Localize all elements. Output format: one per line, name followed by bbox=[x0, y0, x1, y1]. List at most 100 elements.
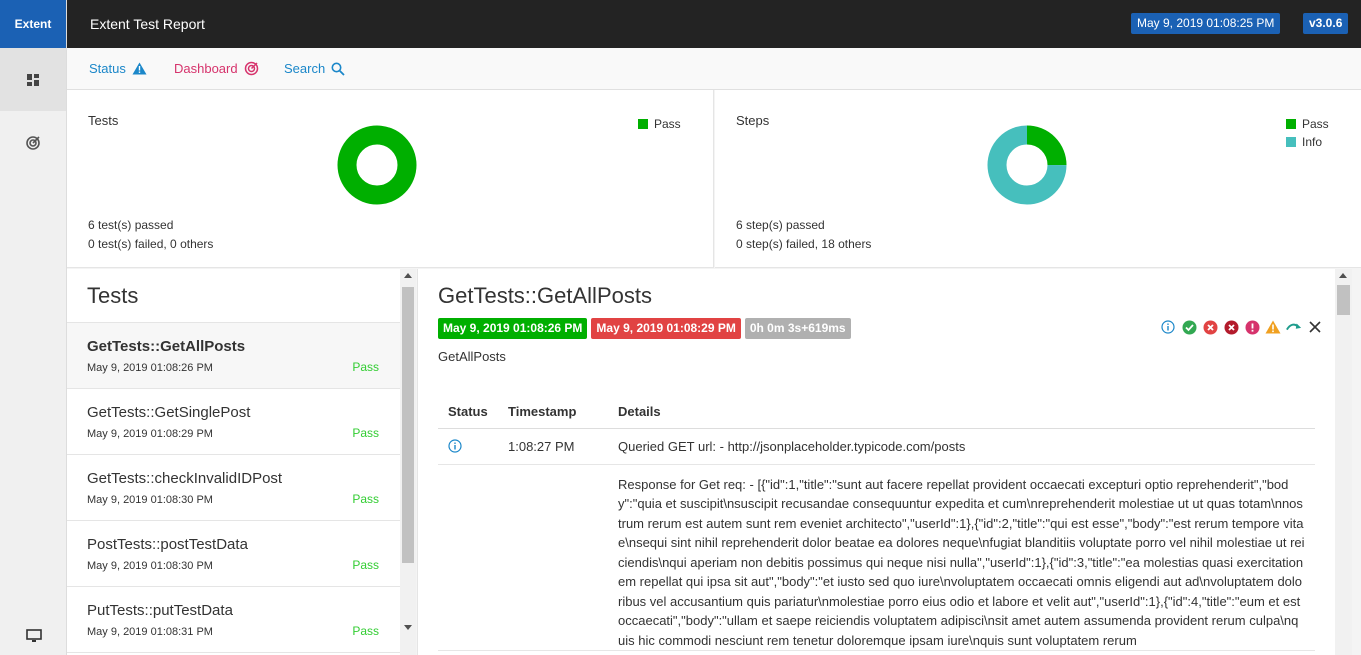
sidebar: Extent bbox=[0, 0, 67, 655]
steps-legend-info: Info bbox=[1286, 133, 1329, 151]
test-status: Pass bbox=[352, 492, 379, 506]
pass-filter-icon[interactable] bbox=[1181, 319, 1197, 335]
test-name: PutTests::putTestData bbox=[87, 602, 233, 619]
tests-failed-text: test(s) failed, bbox=[94, 237, 171, 251]
steps-legend-pass: Pass bbox=[1286, 115, 1329, 133]
info-filter-icon[interactable] bbox=[1160, 319, 1176, 335]
sidebar-dashboard-button[interactable] bbox=[0, 111, 66, 174]
search-icon bbox=[331, 62, 345, 76]
legend-swatch bbox=[1286, 137, 1296, 147]
fatal-filter-icon[interactable] bbox=[1223, 319, 1239, 335]
test-name: GetTests::GetAllPosts bbox=[87, 338, 246, 355]
nav-status[interactable]: Status bbox=[89, 61, 147, 76]
column-header-details: Details bbox=[608, 395, 1315, 429]
sidebar-environment-button[interactable] bbox=[0, 629, 67, 643]
tests-summary-card: Tests Pass 6 test(s) passed 0 test(s) fa… bbox=[67, 90, 714, 268]
monitor-icon bbox=[25, 629, 42, 642]
nav-status-label: Status bbox=[89, 61, 126, 76]
start-time-tag: May 9, 2019 01:08:26 PM bbox=[438, 318, 588, 339]
nav-dashboard-label: Dashboard bbox=[174, 61, 238, 76]
steps-failed-count: 0 bbox=[736, 237, 743, 251]
scroll-thumb[interactable] bbox=[1337, 285, 1350, 315]
nav-search[interactable]: Search bbox=[284, 61, 345, 76]
log-row: 1:08:27 PM Queried GET url: - http://jso… bbox=[438, 428, 1315, 465]
test-list-item[interactable]: GetTests::GetAllPosts May 9, 2019 01:08:… bbox=[67, 323, 400, 389]
steps-failed-text: step(s) failed, bbox=[742, 237, 822, 251]
tests-passed-text: test(s) passed bbox=[94, 218, 174, 232]
test-list: Tests GetTests::GetAllPosts May 9, 2019 … bbox=[67, 269, 400, 655]
legend-label: Info bbox=[1302, 135, 1323, 149]
test-name: GetTests::checkInvalidIDPost bbox=[87, 470, 283, 487]
tests-failed-stat: 0 test(s) failed, 0 others bbox=[88, 237, 213, 251]
warning-filter-icon[interactable] bbox=[1265, 319, 1281, 335]
steps-card-title: Steps bbox=[736, 113, 770, 128]
dashboard-radar-icon bbox=[244, 61, 258, 76]
steps-legend: Pass Info bbox=[1286, 115, 1329, 151]
test-list-item[interactable]: PutTests::putTestData May 9, 2019 01:08:… bbox=[67, 587, 400, 653]
dashboard-grid-icon bbox=[27, 73, 39, 86]
scroll-down-arrow[interactable] bbox=[404, 625, 412, 630]
tests-others-count: 0 bbox=[170, 237, 177, 251]
test-list-item[interactable]: PostTests::postTestData May 9, 2019 01:0… bbox=[67, 521, 400, 587]
test-list-item[interactable]: GetTests::checkInvalidIDPost May 9, 2019… bbox=[67, 455, 400, 521]
top-bar: Extent Test Report May 9, 2019 01:08:25 … bbox=[67, 0, 1361, 48]
test-list-heading: Tests bbox=[67, 269, 400, 323]
end-time-tag: May 9, 2019 01:08:29 PM bbox=[591, 318, 741, 339]
nav-search-label: Search bbox=[284, 61, 326, 76]
column-header-timestamp: Timestamp bbox=[498, 395, 608, 429]
test-description: GetAllPosts bbox=[438, 349, 506, 364]
test-status: Pass bbox=[352, 558, 379, 572]
scroll-up-arrow[interactable] bbox=[1339, 273, 1347, 278]
test-list-item[interactable]: GetTests::GetSinglePost May 9, 2019 01:0… bbox=[67, 389, 400, 455]
duration-tag: 0h 0m 3s+619ms bbox=[744, 318, 851, 339]
test-time: May 9, 2019 01:08:29 PM bbox=[87, 428, 213, 440]
legend-label: Pass bbox=[1302, 117, 1329, 131]
test-time: May 9, 2019 01:08:30 PM bbox=[87, 560, 213, 572]
fail-filter-icon[interactable] bbox=[1202, 319, 1218, 335]
test-name: GetTests::GetSinglePost bbox=[87, 404, 251, 421]
steps-passed-stat: 6 step(s) passed bbox=[736, 218, 825, 232]
steps-summary-card: Steps Pass Info 6 step(s) passed 0 step(… bbox=[715, 90, 1361, 268]
tests-card-title: Tests bbox=[88, 113, 119, 128]
test-time: May 9, 2019 01:08:30 PM bbox=[87, 494, 213, 506]
legend-swatch bbox=[638, 119, 648, 129]
log-details: Response for Get req: - [{"id":1,"title"… bbox=[608, 464, 1315, 651]
test-status: Pass bbox=[352, 624, 379, 638]
skip-filter-icon[interactable] bbox=[1286, 319, 1302, 335]
steps-others-count: 18 bbox=[821, 237, 835, 251]
clear-filter-icon[interactable] bbox=[1307, 319, 1323, 335]
log-timestamp: 1:08:27 PM bbox=[498, 428, 608, 465]
report-title: Extent Test Report bbox=[90, 16, 205, 32]
test-time: May 9, 2019 01:08:26 PM bbox=[87, 362, 213, 374]
log-status-cell bbox=[438, 464, 498, 651]
test-list-scrollbar[interactable] bbox=[400, 269, 416, 655]
log-status-cell bbox=[438, 428, 498, 465]
log-details: Queried GET url: - http://jsonplaceholde… bbox=[608, 428, 1315, 465]
scroll-thumb[interactable] bbox=[402, 287, 414, 563]
detail-scrollbar[interactable] bbox=[1335, 269, 1352, 655]
steps-passed-count: 6 bbox=[736, 218, 743, 232]
brand-logo[interactable]: Extent bbox=[0, 0, 66, 48]
legend-label: Pass bbox=[654, 117, 681, 131]
steps-passed-text: step(s) passed bbox=[742, 218, 825, 232]
tests-legend: Pass bbox=[638, 115, 681, 133]
nav-dashboard[interactable]: Dashboard bbox=[174, 61, 259, 76]
tests-legend-pass: Pass bbox=[638, 115, 681, 133]
sidebar-test-view-button[interactable] bbox=[0, 48, 66, 111]
test-time: May 9, 2019 01:08:31 PM bbox=[87, 626, 213, 638]
tests-passed-stat: 6 test(s) passed bbox=[88, 218, 173, 232]
radar-icon bbox=[26, 135, 40, 150]
tests-passed-count: 6 bbox=[88, 218, 95, 232]
warning-triangle-icon bbox=[132, 62, 147, 75]
log-row: Response for Get req: - [{"id":1,"title"… bbox=[438, 464, 1315, 651]
steps-others-text: others bbox=[834, 237, 872, 251]
tests-donut-pass-slice bbox=[337, 125, 417, 205]
log-status-filters bbox=[1160, 319, 1323, 335]
legend-swatch bbox=[1286, 119, 1296, 129]
error-filter-icon[interactable] bbox=[1244, 319, 1260, 335]
test-detail-title: GetTests::GetAllPosts bbox=[438, 283, 652, 308]
test-name: PostTests::postTestData bbox=[87, 536, 248, 553]
tests-failed-count: 0 bbox=[88, 237, 95, 251]
scroll-up-arrow[interactable] bbox=[404, 273, 412, 278]
filter-nav: Status Dashboard Search bbox=[67, 48, 1361, 90]
